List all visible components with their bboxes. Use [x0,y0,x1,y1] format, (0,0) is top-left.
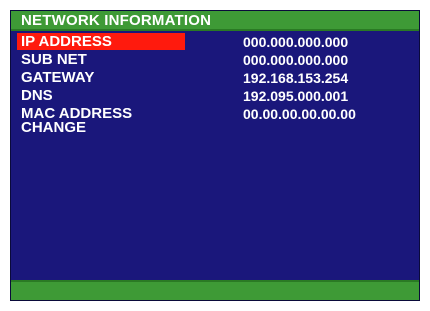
menu-label-dns: DNS [21,87,53,104]
menu-row-dns[interactable]: DNS 192.095.000.001 [11,87,419,105]
network-information-screen: NETWORK INFORMATION IP ADDRESS 000.000.0… [10,10,420,301]
footer-bar [11,280,419,300]
menu-row-mac-address-change[interactable]: MAC ADDRESS CHANGE 00.00.00.00.00.00 [11,105,419,139]
menu-label-gateway: GATEWAY [21,69,95,86]
menu-value-dns: 192.095.000.001 [243,88,349,104]
menu-row-sub-net[interactable]: SUB NET 000.000.000.000 [11,51,419,69]
menu-row-gateway[interactable]: GATEWAY 192.168.153.254 [11,69,419,87]
menu-label-ip-address: IP ADDRESS [21,33,112,50]
menu-value-sub-net: 000.000.000.000 [243,52,349,68]
menu-row-ip-address[interactable]: IP ADDRESS 000.000.000.000 [11,33,419,51]
page-title: NETWORK INFORMATION [21,12,212,29]
menu-label-sub-net: SUB NET [21,51,87,68]
menu-value-ip-address: 000.000.000.000 [243,34,349,50]
menu-label-change: CHANGE [21,119,87,136]
title-bar: NETWORK INFORMATION [11,11,419,31]
menu-value-gateway: 192.168.153.254 [243,70,349,86]
menu-value-mac-address: 00.00.00.00.00.00 [243,106,356,122]
